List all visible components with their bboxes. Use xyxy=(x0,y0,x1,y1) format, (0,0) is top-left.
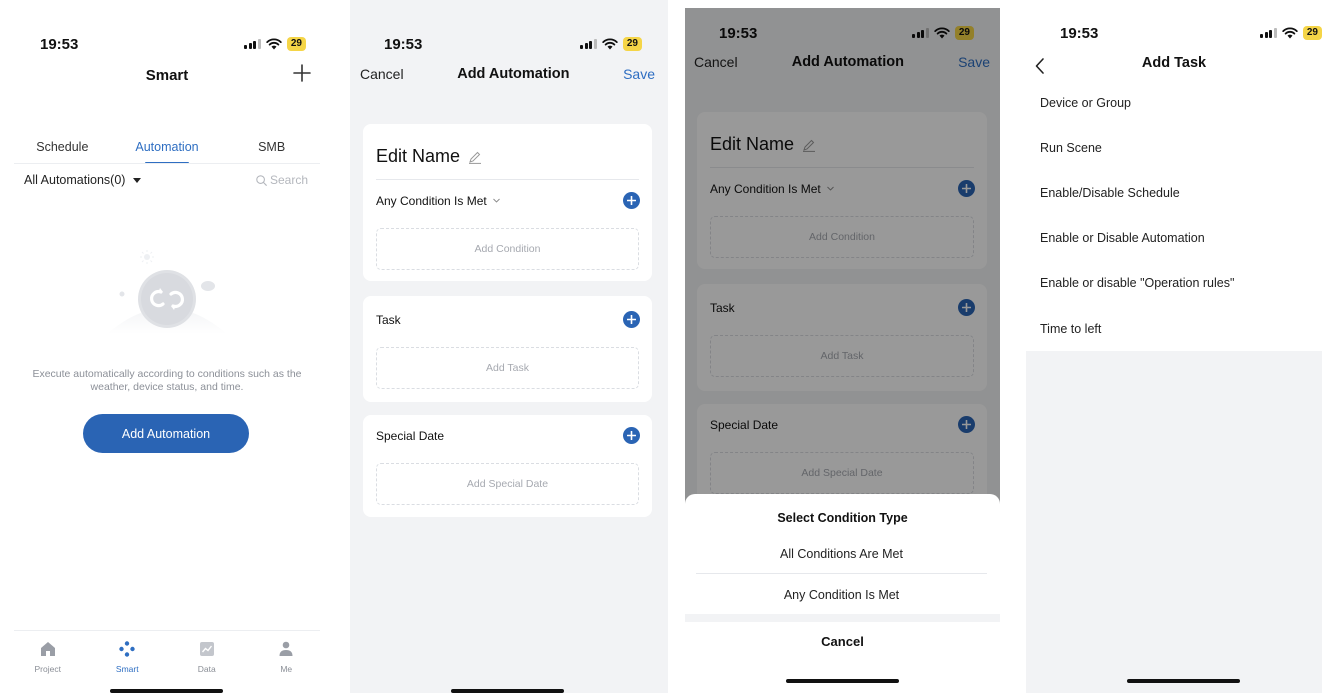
task-run-scene[interactable]: Run Scene xyxy=(1026,125,1322,170)
tabbar-me[interactable]: Me xyxy=(256,640,316,674)
task-enable-disable-automation[interactable]: Enable or Disable Automation xyxy=(1026,216,1322,261)
cancel-button[interactable]: Cancel xyxy=(360,66,404,82)
chevron-down-icon xyxy=(492,198,500,203)
home-indicator xyxy=(451,689,564,693)
search-placeholder: Search xyxy=(269,173,308,187)
automation-name: Edit Name xyxy=(376,146,461,166)
add-icon[interactable] xyxy=(292,63,312,83)
condition-mode-dropdown[interactable]: Any Condition Is Met xyxy=(376,194,500,208)
special-date-card: Special Date Add Special Date xyxy=(363,415,652,517)
signal-icon xyxy=(244,39,261,49)
task-label: Task xyxy=(376,312,401,327)
status-icons: 29 xyxy=(244,37,306,51)
battery-badge: 29 xyxy=(1302,26,1322,40)
tabbar-label: Me xyxy=(280,664,293,674)
signal-icon xyxy=(580,39,597,49)
smart-screen: 19:53 29 Smart Schedule Automation SMB A… xyxy=(0,0,334,693)
sheet-cancel-button[interactable]: Cancel xyxy=(685,622,1000,662)
empty-state-text: Execute automatically according to condi… xyxy=(32,368,302,393)
tabbar-label: Data xyxy=(197,664,216,674)
filter-row: All Automations(0) Search xyxy=(24,173,308,187)
name-condition-card: Edit Name Any Condition Is Met Add Condi… xyxy=(363,124,652,281)
add-task-placeholder[interactable]: Add Task xyxy=(376,347,639,389)
status-bar: 19:53 29 xyxy=(1026,20,1322,46)
empty-automation-illustration xyxy=(107,250,227,334)
add-task-screen: 19:53 29 Add Task Device or Group Run Sc… xyxy=(1026,8,1322,693)
tabbar-label: Smart xyxy=(115,664,139,674)
condition-type-action-sheet: Select Condition Type All Conditions Are… xyxy=(685,494,1000,693)
sheet-title: Select Condition Type xyxy=(777,511,908,525)
tabbar-smart[interactable]: Smart xyxy=(97,640,157,674)
status-bar: 19:53 29 xyxy=(0,31,334,57)
smart-icon xyxy=(119,641,135,657)
special-date-header: Special Date xyxy=(376,427,640,444)
option-any-condition[interactable]: Any Condition Is Met xyxy=(696,575,987,615)
task-header: Task xyxy=(376,311,640,328)
add-task-icon[interactable] xyxy=(623,311,640,328)
home-indicator xyxy=(110,689,223,693)
wifi-icon xyxy=(266,38,282,50)
save-button[interactable]: Save xyxy=(623,66,655,82)
wifi-icon xyxy=(602,38,618,50)
person-icon xyxy=(279,641,293,656)
add-condition-placeholder[interactable]: Add Condition xyxy=(376,228,639,270)
search-icon xyxy=(256,174,267,186)
home-icon xyxy=(40,642,55,656)
add-automation-screen: 19:53 29 Cancel Add Automation Save Edit… xyxy=(350,0,668,693)
add-automation-button[interactable]: Add Automation xyxy=(83,414,249,453)
tab-schedule[interactable]: Schedule xyxy=(17,140,107,164)
tabbar-divider xyxy=(14,630,320,631)
status-icons: 29 xyxy=(1260,26,1322,40)
tab-smb[interactable]: SMB xyxy=(227,140,317,164)
condition-mode-label: Any Condition Is Met xyxy=(376,193,487,208)
task-device-or-group[interactable]: Device or Group xyxy=(1026,80,1322,125)
sheet-separator xyxy=(685,614,1000,622)
automation-filter-dropdown[interactable]: All Automations(0) xyxy=(24,173,142,187)
status-time: 19:53 xyxy=(384,35,423,53)
page-title: Add Task xyxy=(1141,55,1207,71)
wifi-icon xyxy=(1282,27,1298,39)
status-icons: 29 xyxy=(580,37,642,51)
bottom-tab-bar: Project Smart Data Me xyxy=(0,640,334,674)
special-date-label: Special Date xyxy=(376,428,445,443)
pencil-icon xyxy=(469,151,482,164)
tab-automation[interactable]: Automation xyxy=(122,140,212,164)
chart-icon xyxy=(199,642,214,656)
condition-row: Any Condition Is Met xyxy=(376,192,640,209)
nav-header: Cancel Add Automation Save xyxy=(350,66,668,82)
home-indicator xyxy=(786,679,899,683)
add-special-date-icon[interactable] xyxy=(623,427,640,444)
signal-icon xyxy=(1260,28,1277,38)
divider xyxy=(376,179,639,180)
task-enable-disable-operation-rules[interactable]: Enable or disable "Operation rules" xyxy=(1026,261,1322,306)
add-special-date-placeholder[interactable]: Add Special Date xyxy=(376,463,639,505)
tabbar-project[interactable]: Project xyxy=(18,640,78,674)
tabbar-data[interactable]: Data xyxy=(177,640,237,674)
status-time: 19:53 xyxy=(1060,24,1099,42)
add-condition-icon[interactable] xyxy=(623,192,640,209)
status-time: 19:53 xyxy=(40,35,79,53)
task-type-list: Device or Group Run Scene Enable/Disable… xyxy=(1026,80,1322,352)
option-all-conditions[interactable]: All Conditions Are Met xyxy=(696,534,987,574)
page-title: Smart xyxy=(145,67,189,84)
page-title: Add Automation xyxy=(457,66,570,82)
edit-name-button[interactable]: Edit Name xyxy=(376,146,482,167)
search-input[interactable]: Search xyxy=(256,173,308,187)
task-card: Task Add Task xyxy=(363,296,652,402)
divider xyxy=(14,163,320,164)
tabbar-label: Project xyxy=(34,664,61,674)
status-bar: 19:53 29 xyxy=(350,31,668,57)
battery-badge: 29 xyxy=(286,37,306,51)
battery-badge: 29 xyxy=(622,37,642,51)
task-enable-disable-schedule[interactable]: Enable/Disable Schedule xyxy=(1026,170,1322,215)
condition-type-sheet-screen: 19:53 29 Cancel Add Automation Save Edit… xyxy=(685,8,1000,693)
filter-label: All Automations(0) xyxy=(24,173,126,187)
tab-bar: Schedule Automation SMB xyxy=(0,140,334,164)
task-time-to-left[interactable]: Time to left xyxy=(1026,306,1322,351)
caret-down-icon xyxy=(133,177,142,183)
home-indicator xyxy=(1127,679,1240,683)
